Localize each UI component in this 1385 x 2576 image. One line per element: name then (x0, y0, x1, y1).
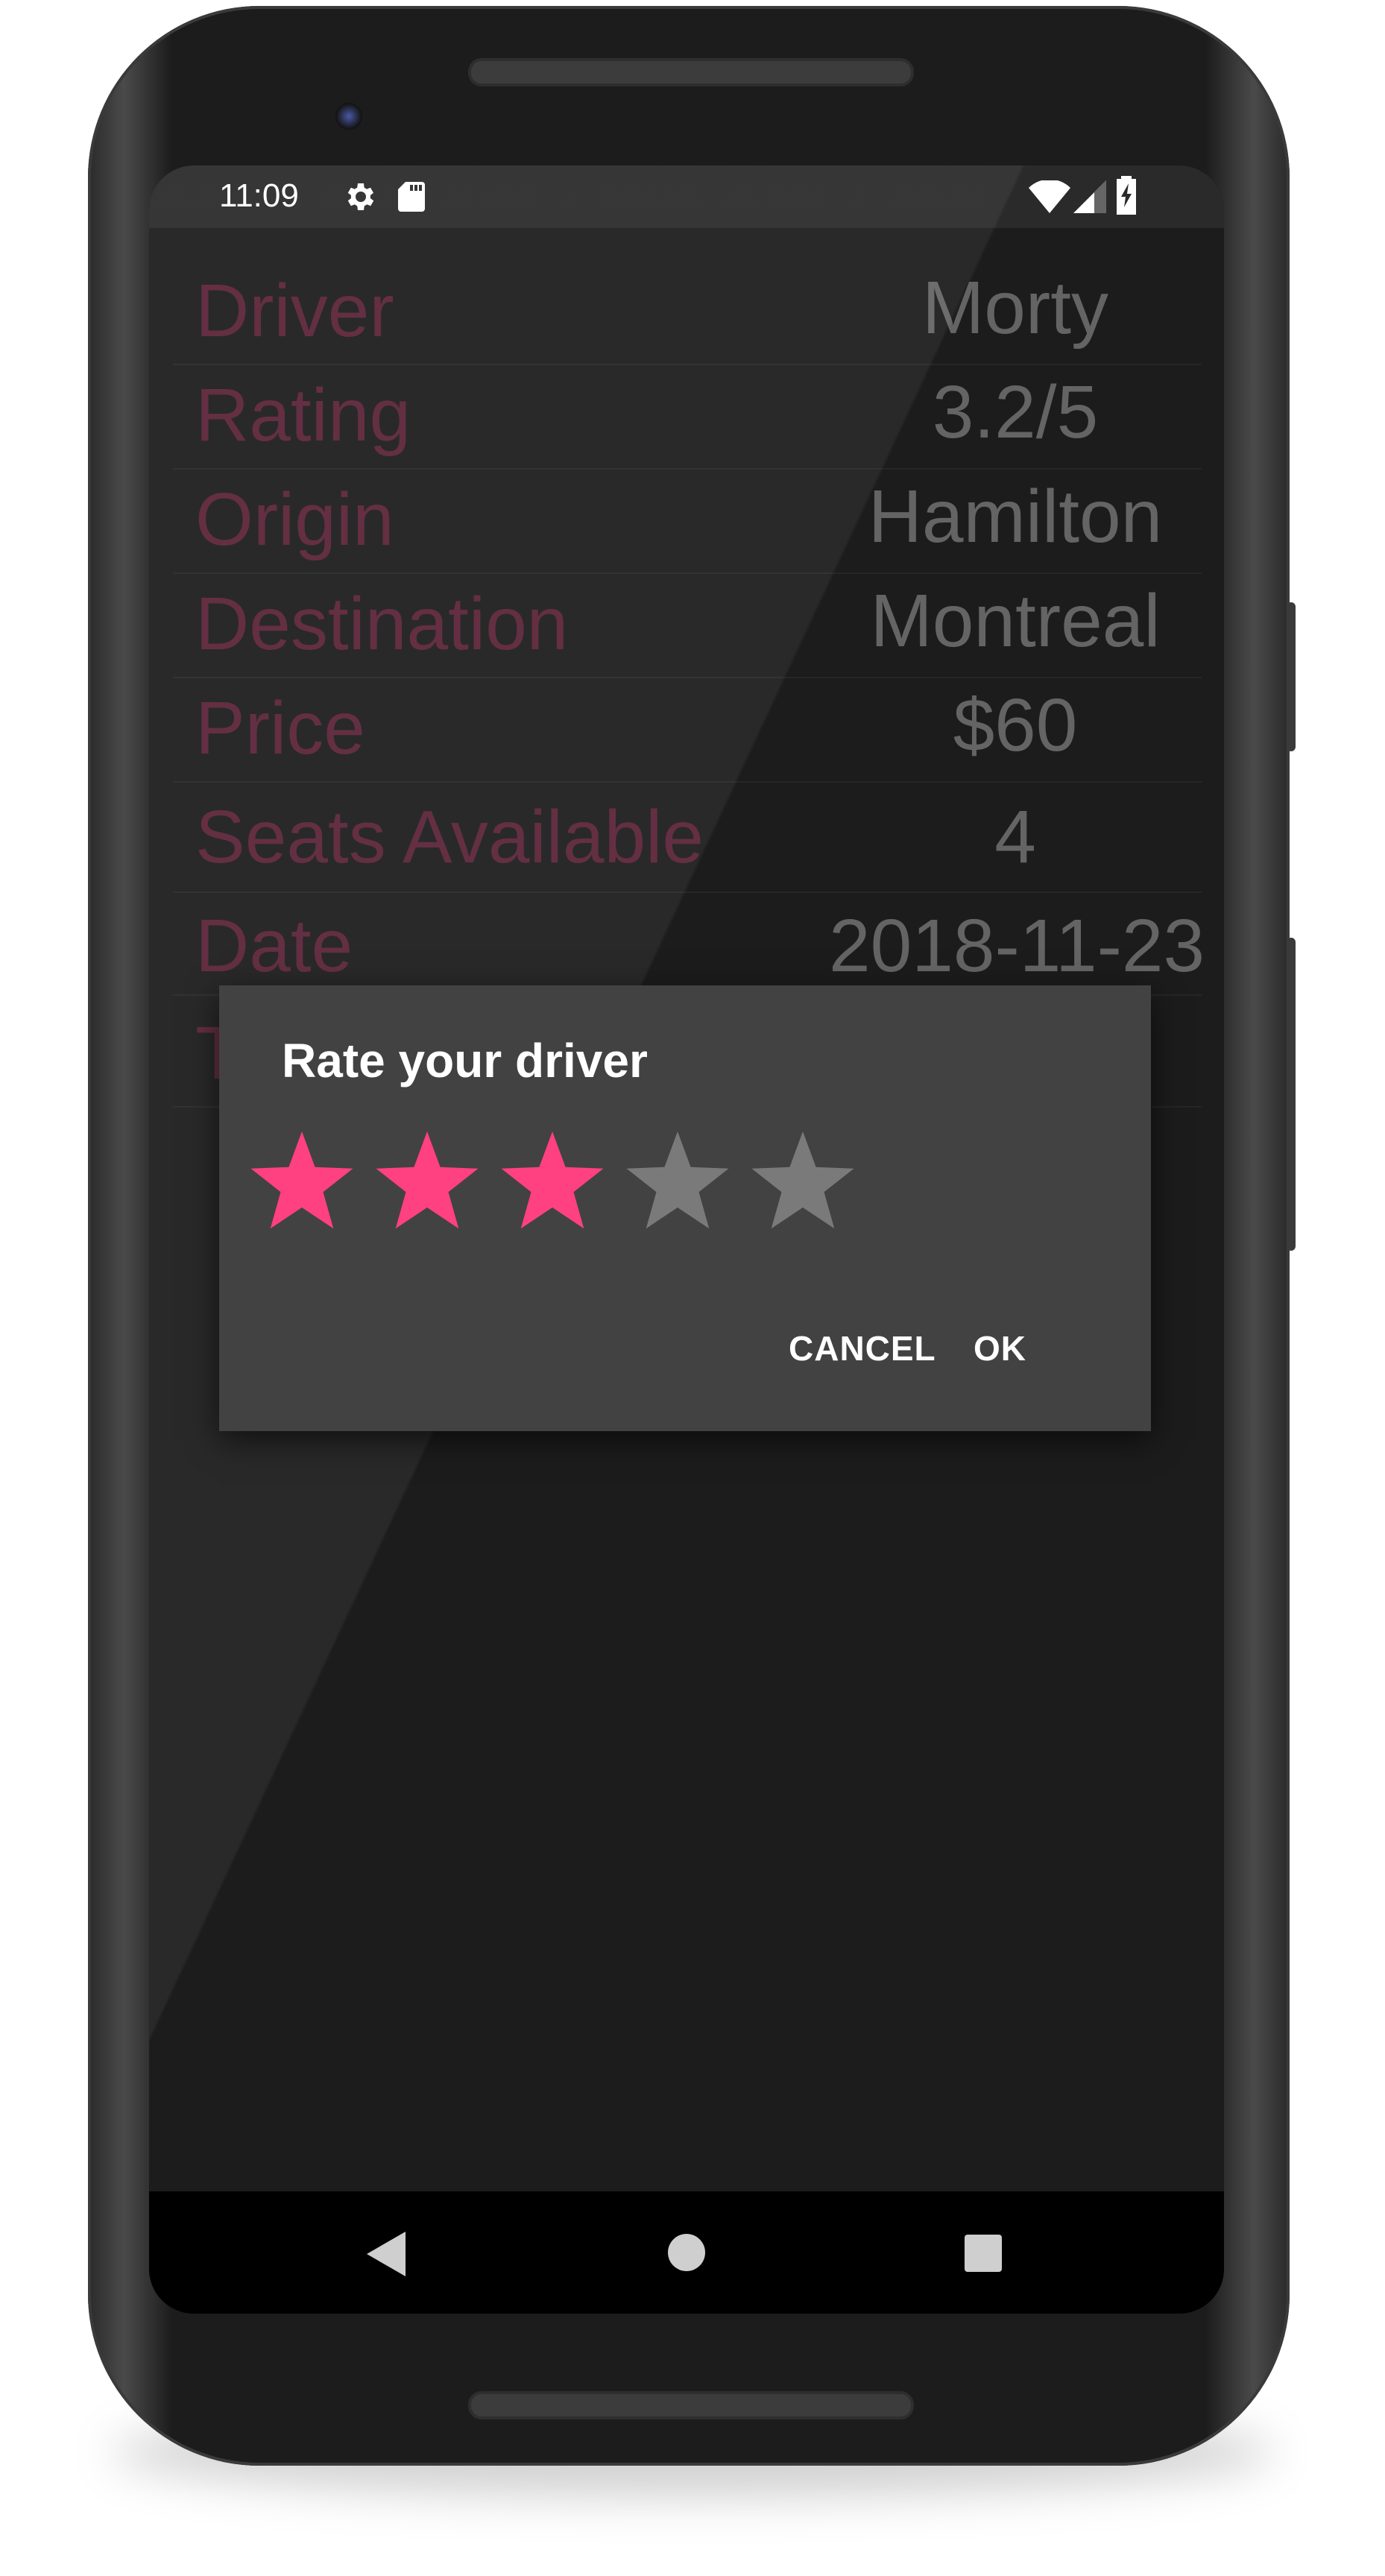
sd-card-icon (395, 179, 428, 218)
power-button (1287, 602, 1296, 751)
detail-row-date: Date 2018-11-23 (173, 893, 1205, 996)
cancel-button[interactable]: CANCEL (774, 1321, 951, 1376)
star-icon[interactable] (246, 1127, 358, 1239)
detail-label: Destination (195, 582, 569, 666)
battery-charging-icon (1115, 176, 1138, 218)
signal-icon (1073, 180, 1106, 216)
detail-row-price: Price $60 (173, 678, 1202, 783)
detail-value: Morty (922, 266, 1108, 350)
detail-value: $60 (953, 684, 1078, 767)
ok-button[interactable]: OK (959, 1321, 1041, 1376)
detail-value: Montreal (870, 579, 1161, 663)
status-bar: 11:09 (149, 165, 1224, 228)
detail-label: Origin (195, 478, 394, 561)
star-icon[interactable] (371, 1127, 483, 1239)
detail-row-driver: Driver Morty (173, 261, 1202, 365)
recents-icon[interactable] (965, 2235, 1002, 2275)
top-speaker (468, 58, 914, 86)
back-icon[interactable] (367, 2232, 408, 2279)
detail-label: Rating (195, 373, 411, 457)
detail-label: Seats Available (195, 795, 704, 879)
navigation-bar (149, 2191, 1224, 2314)
star-icon[interactable] (622, 1127, 733, 1239)
detail-label: Price (195, 686, 365, 770)
rating-dialog: Rate your driver CANCEL OK (219, 985, 1151, 1431)
detail-row-destination: Destination Montreal (173, 574, 1202, 678)
detail-row-rating: Rating 3.2/5 (173, 365, 1202, 470)
wifi-icon (1029, 179, 1070, 216)
detail-label: Date (195, 904, 353, 988)
detail-value: Hamilton (868, 475, 1163, 558)
star-icon[interactable] (496, 1127, 608, 1239)
star-icon[interactable] (747, 1127, 859, 1239)
status-time: 11:09 (219, 177, 299, 214)
home-icon[interactable] (668, 2234, 705, 2274)
detail-value: 3.2/5 (932, 370, 1099, 454)
gear-icon (341, 179, 377, 218)
detail-value: 4 (994, 795, 1036, 879)
front-camera (335, 103, 362, 130)
bottom-speaker (468, 2391, 914, 2419)
dialog-title: Rate your driver (282, 1034, 648, 1087)
detail-row-origin: Origin Hamilton (173, 470, 1202, 574)
screen: 11:09 Driver Morty Rating 3.2/5 Origin H… (149, 165, 1224, 2314)
detail-row-seats: Seats Available 4 (173, 783, 1202, 893)
volume-button (1287, 938, 1296, 1251)
detail-label: Driver (195, 269, 394, 353)
detail-value: 2018-11-23 (829, 904, 1205, 988)
